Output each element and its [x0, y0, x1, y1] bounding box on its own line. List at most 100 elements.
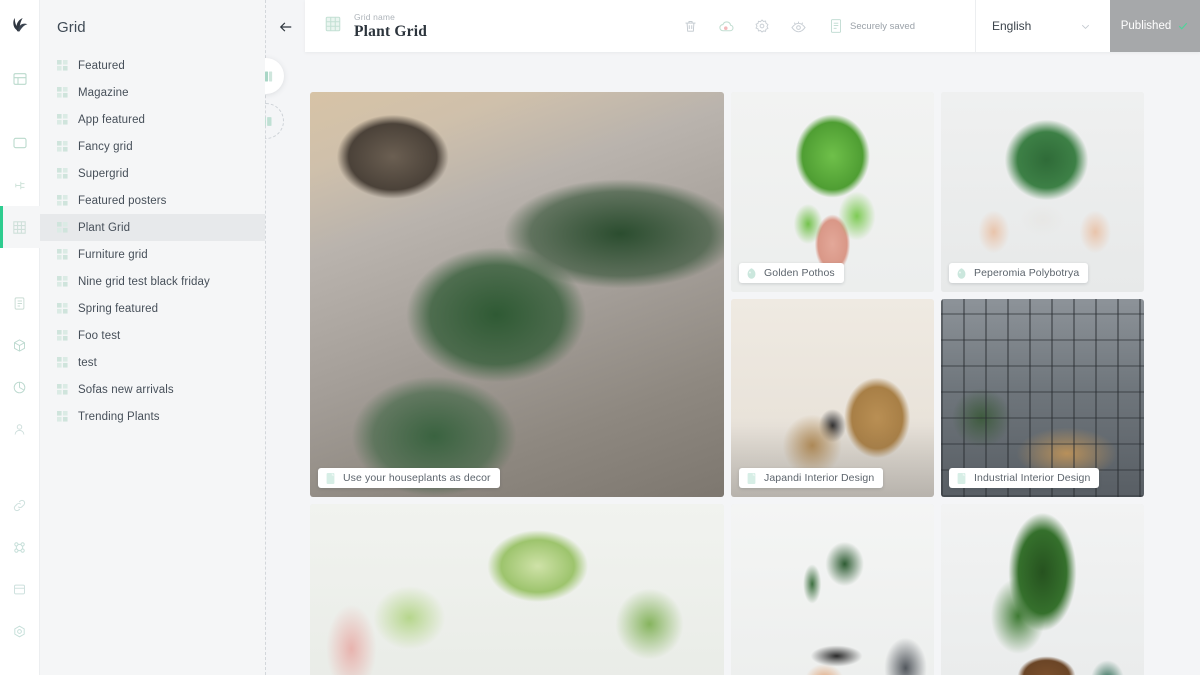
back-button[interactable] — [275, 16, 297, 38]
publish-cloud-button[interactable] — [716, 16, 736, 36]
eye-icon — [790, 21, 806, 32]
chevron-down-icon — [1081, 24, 1090, 29]
grid-icon — [13, 220, 26, 234]
mini-grid-icon — [57, 276, 68, 287]
mini-grid-icon — [57, 330, 68, 341]
cell-caption[interactable]: Use your houseplants as decor — [318, 468, 500, 488]
cell-caption-text: Golden Pothos — [764, 267, 835, 279]
rail-item-products[interactable] — [0, 324, 40, 366]
sidebar-item-label: Nine grid test black friday — [78, 275, 210, 288]
rail-item-settings[interactable] — [0, 610, 40, 652]
mini-grid-icon — [57, 114, 68, 125]
mini-grid-icon — [57, 411, 68, 422]
sidebar-item-label: Fancy grid — [78, 140, 133, 153]
sidebar-item-supergrid[interactable]: Supergrid — [40, 160, 265, 187]
delete-button[interactable] — [680, 16, 700, 36]
editor-header: Grid name Plant Grid Securely saved Engl… — [305, 0, 1200, 52]
sidebar-item-sofas-new-arrivals[interactable]: Sofas new arrivals — [40, 376, 265, 403]
sidebar-item-trending-plants[interactable]: Trending Plants — [40, 403, 265, 430]
rail-item-content[interactable] — [0, 282, 40, 324]
cell-caption[interactable]: Peperomia Polybotrya — [949, 263, 1089, 283]
sidebar-item-label: Sofas new arrivals — [78, 383, 174, 396]
plant-grid: Use your houseplants as decor Golden Poth… — [310, 92, 1145, 675]
sidebar-item-app-featured[interactable]: App featured — [40, 106, 265, 133]
page-icon — [747, 472, 756, 484]
page-icon — [957, 472, 966, 484]
canvas-divider — [248, 0, 284, 675]
header-name-block: Grid name Plant Grid — [354, 12, 427, 41]
list-document-icon — [14, 296, 25, 310]
mini-grid-icon — [57, 357, 68, 368]
sidebar-title: Grid — [57, 19, 86, 36]
grid-cell-monstera[interactable] — [731, 504, 934, 675]
sidebar-item-label: test — [78, 356, 97, 369]
cell-caption-text: Japandi Interior Design — [764, 472, 875, 484]
document-icon — [831, 19, 842, 33]
rail-item-users[interactable] — [0, 408, 40, 450]
plant-icon — [747, 267, 756, 279]
app-root: Grid Featured Magazine App featured Fancy g… — [0, 0, 1200, 675]
sidebar-item-label: Trending Plants — [78, 410, 160, 423]
language-selector[interactable]: English — [975, 0, 1110, 52]
pie-chart-icon — [13, 381, 26, 393]
cell-image — [941, 92, 1144, 292]
grid-canvas: Use your houseplants as decor Golden Poth… — [265, 52, 1200, 675]
mini-grid-icon — [57, 222, 68, 233]
saved-text: Securely saved — [850, 20, 915, 32]
rail-item-archive[interactable] — [0, 568, 40, 610]
back-arrow-icon — [279, 22, 292, 32]
sidebar-item-furniture-grid[interactable]: Furniture grid — [40, 241, 265, 268]
mini-grid-icon — [57, 249, 68, 260]
sidebar-item-magazine[interactable]: Magazine — [40, 79, 265, 106]
sidebar-item-featured[interactable]: Featured — [40, 52, 265, 79]
sidebar-item-spring-featured[interactable]: Spring featured — [40, 295, 265, 322]
rail-item-analytics[interactable] — [0, 366, 40, 408]
sidebar-item-label: Spring featured — [78, 302, 159, 315]
rail-item-links[interactable] — [0, 484, 40, 526]
grid-sidebar: Grid Featured Magazine App featured Fancy g… — [40, 0, 265, 675]
grid-cell-golden-pothos[interactable]: Golden Pothos — [731, 92, 934, 292]
cell-image — [310, 504, 724, 675]
settings-button[interactable] — [752, 16, 772, 36]
grid-cell-houseplants[interactable]: Use your houseplants as decor — [310, 92, 724, 497]
publish-status-button[interactable]: Published — [1110, 0, 1200, 52]
cell-caption[interactable]: Golden Pothos — [739, 263, 844, 283]
grid-cell-fiddle-leaf[interactable] — [941, 504, 1144, 675]
sidebar-item-nine-grid-test-black-friday[interactable]: Nine grid test black friday — [40, 268, 265, 295]
rail-item-grid[interactable] — [0, 206, 40, 248]
mini-grid-icon — [57, 195, 68, 206]
sidebar-item-label: Featured posters — [78, 194, 167, 207]
grid-cell-japandi[interactable]: Japandi Interior Design — [731, 299, 934, 497]
grid-cell-rubber-plant[interactable] — [310, 504, 724, 675]
cell-image — [731, 92, 934, 292]
rectangle-icon — [12, 137, 27, 149]
app-logo[interactable] — [0, 0, 39, 46]
rail-item-layout[interactable] — [0, 58, 40, 100]
settings-icon — [14, 625, 25, 637]
sidebar-item-foo-test[interactable]: Foo test — [40, 322, 265, 349]
grid-icon — [325, 16, 341, 31]
grid-cell-industrial[interactable]: Industrial Interior Design — [941, 299, 1144, 497]
plant-logo-icon — [13, 17, 28, 31]
sidebar-item-plant-grid[interactable]: Plant Grid — [40, 214, 265, 241]
mini-grid-icon — [57, 141, 68, 152]
preview-button[interactable] — [788, 16, 808, 36]
rail-item-media[interactable] — [0, 164, 40, 206]
cell-caption[interactable]: Industrial Interior Design — [949, 468, 1100, 488]
rail-item-share[interactable] — [0, 526, 40, 568]
user-icon — [14, 423, 25, 435]
sidebar-item-label: App featured — [78, 113, 146, 126]
sidebar-item-featured-posters[interactable]: Featured posters — [40, 187, 265, 214]
sidebar-item-label: Plant Grid — [78, 221, 131, 234]
grid-name-value[interactable]: Plant Grid — [354, 23, 427, 41]
check-icon — [1179, 22, 1188, 30]
box-icon — [14, 338, 25, 352]
cell-caption[interactable]: Japandi Interior Design — [739, 468, 884, 488]
grid-cell-peperomia[interactable]: Peperomia Polybotrya — [941, 92, 1144, 292]
sidebar-item-label: Magazine — [78, 86, 129, 99]
cell-caption-text: Peperomia Polybotrya — [974, 267, 1080, 279]
sidebar-item-test[interactable]: test — [40, 349, 265, 376]
rail-item-pages[interactable] — [0, 122, 40, 164]
sidebar-item-fancy-grid[interactable]: Fancy grid — [40, 133, 265, 160]
sidebar-item-label: Supergrid — [78, 167, 129, 180]
